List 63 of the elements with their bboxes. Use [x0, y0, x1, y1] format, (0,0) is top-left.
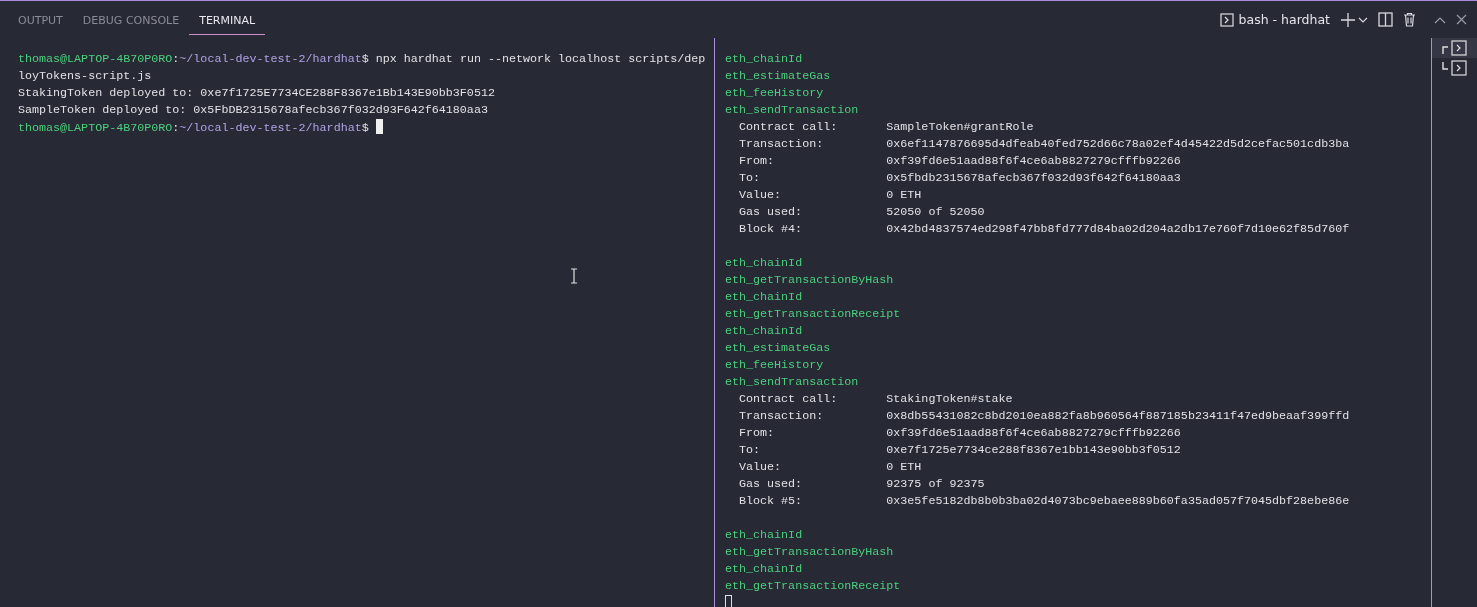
field-label: Gas used:: [739, 476, 804, 493]
field-value: 0x42bd4837574ed298f47bb8fd777d84ba02d204a2db17e760f7d10e62f85d760f: [886, 221, 1350, 238]
rpc-method: eth_sendTransaction: [725, 374, 860, 391]
terminal-list-item[interactable]: [1432, 38, 1477, 58]
rpc-method: eth_estimateGas: [725, 68, 832, 85]
rpc-method: eth_chainId: [725, 289, 804, 306]
split-icon[interactable]: [1378, 12, 1393, 27]
new-terminal-plus-icon[interactable]: [1340, 11, 1356, 28]
field-label: Block #5:: [739, 493, 804, 510]
command-line: thomas@LAPTOP-4B70P0RO:~/local-dev-test-2/hardhat$ npx hardhat run --network localhost scripts/deployTokens-script.js: [18, 51, 707, 85]
output-line: StakingToken deployed to: 0xe7f1725E7734CE288F8367e1Bb143E90bb3F0512: [18, 85, 496, 102]
field-label: Block #4:: [739, 221, 804, 238]
rpc-method: eth_getTransactionReceipt: [725, 578, 902, 595]
field-label: Transaction:: [739, 136, 825, 153]
rpc-method: eth_chainId: [725, 255, 804, 272]
field-value: 0 ETH: [886, 187, 922, 204]
field-value: 0x8db55431082c8bd2010ea882fa8b960564f887185b23411f47ed9beaaf399ffd: [886, 408, 1350, 425]
chevron-down-icon[interactable]: [1358, 15, 1368, 24]
rpc-method: eth_chainId: [725, 527, 804, 544]
split-terminal-icon: [1440, 60, 1469, 76]
field-value: 0xe7f1725e7734ce288f8367e1bb143e90bb3f0512: [886, 442, 1181, 459]
close-icon[interactable]: [1456, 14, 1467, 25]
field-label: To:: [739, 442, 762, 459]
field-label: From:: [739, 425, 776, 442]
rpc-method: eth_estimateGas: [725, 340, 832, 357]
field-value: SampleToken#grantRole: [886, 119, 1034, 136]
rpc-method: eth_getTransactionByHash: [725, 272, 895, 289]
text-cursor-icon: [569, 268, 579, 284]
rpc-method: eth_sendTransaction: [725, 102, 860, 119]
field-value: 0xf39fd6e51aad88f6f4ce6ab8827279cfffb92266: [886, 153, 1181, 170]
rpc-method: eth_chainId: [725, 51, 804, 68]
field-value: 92375 of 92375: [886, 476, 985, 493]
chevron-up-icon[interactable]: [1434, 15, 1446, 24]
field-label: To:: [739, 170, 762, 187]
field-value: 0xf39fd6e51aad88f6f4ce6ab8827279cfffb92266: [886, 425, 1181, 442]
rpc-method: eth_chainId: [725, 323, 804, 340]
field-value: 0x6ef1147876695d4dfeab40fed752d66c78a02ef4d45422d5d2cefac501cdb3ba: [886, 136, 1350, 153]
rpc-method: eth_feeHistory: [725, 85, 825, 102]
panel-tab[interactable]: TERMINAL: [189, 4, 266, 35]
terminal-icon[interactable]: [1219, 12, 1234, 27]
field-value: StakingToken#stake: [886, 391, 1013, 408]
field-value: 0x5fbdb2315678afecb367f032d93f642f64180aa3: [886, 170, 1181, 187]
output-line: SampleToken deployed to: 0x5FbDB2315678afecb367f032d93F642f64180aa3: [18, 102, 489, 119]
terminal-title[interactable]: bash - hardhat: [1238, 12, 1330, 27]
panel-tab[interactable]: OUTPUT: [8, 4, 73, 35]
prompt-line: thomas@LAPTOP-4B70P0RO:~/local-dev-test-2/hardhat$: [18, 121, 369, 135]
rpc-method: eth_getTransactionReceipt: [725, 306, 902, 323]
field-label: Value:: [739, 187, 783, 204]
field-value: 0 ETH: [886, 459, 922, 476]
field-label: Value:: [739, 459, 783, 476]
field-label: Gas used:: [739, 204, 804, 221]
split-terminal-icon: [1440, 40, 1469, 56]
rpc-method: eth_chainId: [725, 561, 804, 578]
field-label: Transaction:: [739, 408, 825, 425]
field-label: Contract call:: [739, 119, 839, 136]
field-label: Contract call:: [739, 391, 839, 408]
trash-icon[interactable]: [1403, 12, 1416, 27]
field-label: From:: [739, 153, 776, 170]
field-value: 52050 of 52050: [886, 204, 985, 221]
field-value: 0x3e5fe5182db8b0b3ba02d4073bc9ebaee889b60fa35ad057f7045dbf28ebe86e: [886, 493, 1350, 510]
rpc-method: eth_getTransactionByHash: [725, 544, 895, 561]
rpc-method: eth_feeHistory: [725, 357, 825, 374]
panel-tab[interactable]: DEBUG CONSOLE: [72, 4, 190, 35]
